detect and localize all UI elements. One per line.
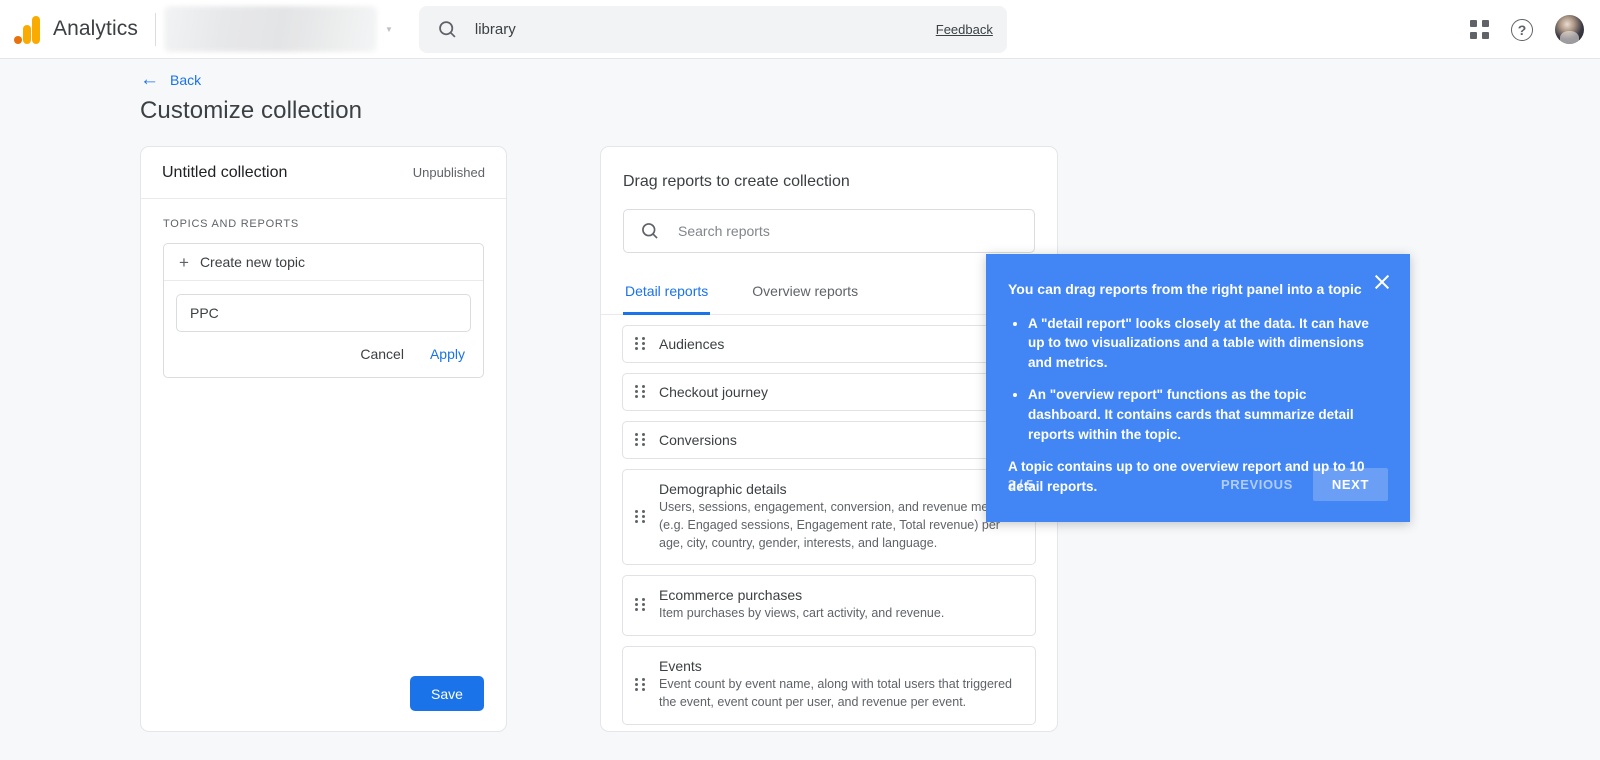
search-reports-input[interactable] bbox=[678, 223, 1034, 239]
apply-button[interactable]: Apply bbox=[430, 346, 465, 362]
topic-actions: Cancel Apply bbox=[164, 332, 483, 377]
tab-overview-reports[interactable]: Overview reports bbox=[750, 275, 860, 315]
report-name: Events bbox=[659, 658, 702, 674]
tooltip-bullet: An "overview report" functions as the to… bbox=[1028, 385, 1380, 445]
back-arrow-icon: ← bbox=[140, 69, 159, 90]
brand-name: Analytics bbox=[53, 17, 138, 40]
report-description: Event count by event name, along with to… bbox=[659, 677, 1012, 709]
report-name: Conversions bbox=[659, 432, 737, 448]
report-name: Demographic details bbox=[659, 481, 787, 497]
back-button[interactable]: ← Back bbox=[140, 70, 201, 89]
tooltip-bullet-list: A "detail report" looks closely at the d… bbox=[1028, 314, 1380, 445]
create-new-topic-button[interactable]: + Create new topic bbox=[164, 244, 483, 281]
drag-handle-icon[interactable] bbox=[635, 598, 645, 612]
list-item[interactable]: Conversions bbox=[622, 421, 1036, 459]
next-button[interactable]: NEXT bbox=[1312, 468, 1388, 501]
drag-handle-icon[interactable] bbox=[635, 385, 645, 399]
collection-title[interactable]: Untitled collection bbox=[162, 164, 287, 182]
report-name: Ecommerce purchases bbox=[659, 587, 803, 604]
collection-editor-card: Untitled collection Unpublished TOPICS A… bbox=[140, 146, 507, 732]
list-item[interactable]: Events Event count by event name, along … bbox=[622, 646, 1036, 725]
previous-button[interactable]: PREVIOUS bbox=[1207, 468, 1307, 501]
global-search-box[interactable]: library Feedback bbox=[418, 5, 1007, 53]
tooltip-step-counter: 2 / 5 bbox=[1008, 477, 1034, 492]
apps-grid-icon[interactable] bbox=[1470, 20, 1489, 39]
tooltip-bullet: A "detail report" looks closely at the d… bbox=[1028, 314, 1380, 374]
status-badge: Unpublished bbox=[412, 165, 485, 180]
header-divider bbox=[154, 12, 156, 46]
topic-name-input[interactable] bbox=[176, 294, 471, 332]
top-app-bar: Analytics ▼ library Feedback ? bbox=[0, 0, 1600, 59]
search-reports-box[interactable] bbox=[623, 209, 1035, 253]
tooltip-footer: 2 / 5 PREVIOUS NEXT bbox=[1008, 468, 1388, 501]
avatar[interactable] bbox=[1555, 15, 1584, 44]
list-item[interactable]: Ecommerce purchases Item purchases by vi… bbox=[622, 575, 1036, 636]
report-name: Checkout journey bbox=[659, 384, 768, 400]
global-search-input[interactable]: library bbox=[475, 21, 936, 38]
property-selector[interactable] bbox=[163, 6, 377, 52]
collection-card-header: Untitled collection Unpublished bbox=[141, 147, 506, 199]
save-button[interactable]: Save bbox=[410, 676, 484, 711]
close-icon[interactable] bbox=[1373, 273, 1391, 291]
search-icon bbox=[439, 20, 456, 38]
create-new-topic-label: Create new topic bbox=[199, 254, 305, 270]
list-item[interactable]: Audiences bbox=[622, 325, 1036, 363]
drag-handle-icon[interactable] bbox=[635, 509, 645, 524]
tooltip-title: You can drag reports from the right pane… bbox=[1008, 281, 1362, 297]
page-title: Customize collection bbox=[140, 97, 363, 124]
report-name: Audiences bbox=[659, 336, 725, 352]
new-topic-box: + Create new topic Cancel Apply bbox=[163, 243, 484, 378]
report-description: Item purchases by views, cart activity, … bbox=[659, 606, 945, 621]
tab-detail-reports[interactable]: Detail reports bbox=[623, 275, 711, 315]
cancel-button[interactable]: Cancel bbox=[360, 346, 404, 362]
drag-handle-icon[interactable] bbox=[635, 433, 645, 447]
list-item[interactable]: Checkout journey bbox=[622, 373, 1036, 411]
brand-area: Analytics bbox=[0, 14, 138, 44]
topics-and-reports-label: TOPICS AND REPORTS bbox=[163, 218, 299, 230]
tooltip-buttons: PREVIOUS NEXT bbox=[1207, 468, 1388, 501]
plus-icon: + bbox=[179, 252, 189, 272]
search-icon bbox=[642, 223, 658, 239]
onboarding-tooltip: You can drag reports from the right pane… bbox=[986, 254, 1410, 522]
feedback-link[interactable]: Feedback bbox=[936, 22, 993, 37]
list-item[interactable]: Demographic details Users, sessions, eng… bbox=[622, 469, 1036, 566]
report-description: Users, sessions, engagement, conversion,… bbox=[659, 500, 1012, 550]
drag-handle-icon[interactable] bbox=[635, 337, 645, 351]
reports-panel-heading: Drag reports to create collection bbox=[623, 173, 850, 190]
google-analytics-logo-icon bbox=[14, 14, 40, 44]
drag-handle-icon[interactable] bbox=[635, 677, 645, 692]
help-icon[interactable]: ? bbox=[1511, 18, 1533, 41]
topbar-right-actions: ? bbox=[1470, 0, 1584, 59]
chevron-down-icon: ▼ bbox=[384, 24, 393, 34]
back-label: Back bbox=[170, 71, 202, 88]
